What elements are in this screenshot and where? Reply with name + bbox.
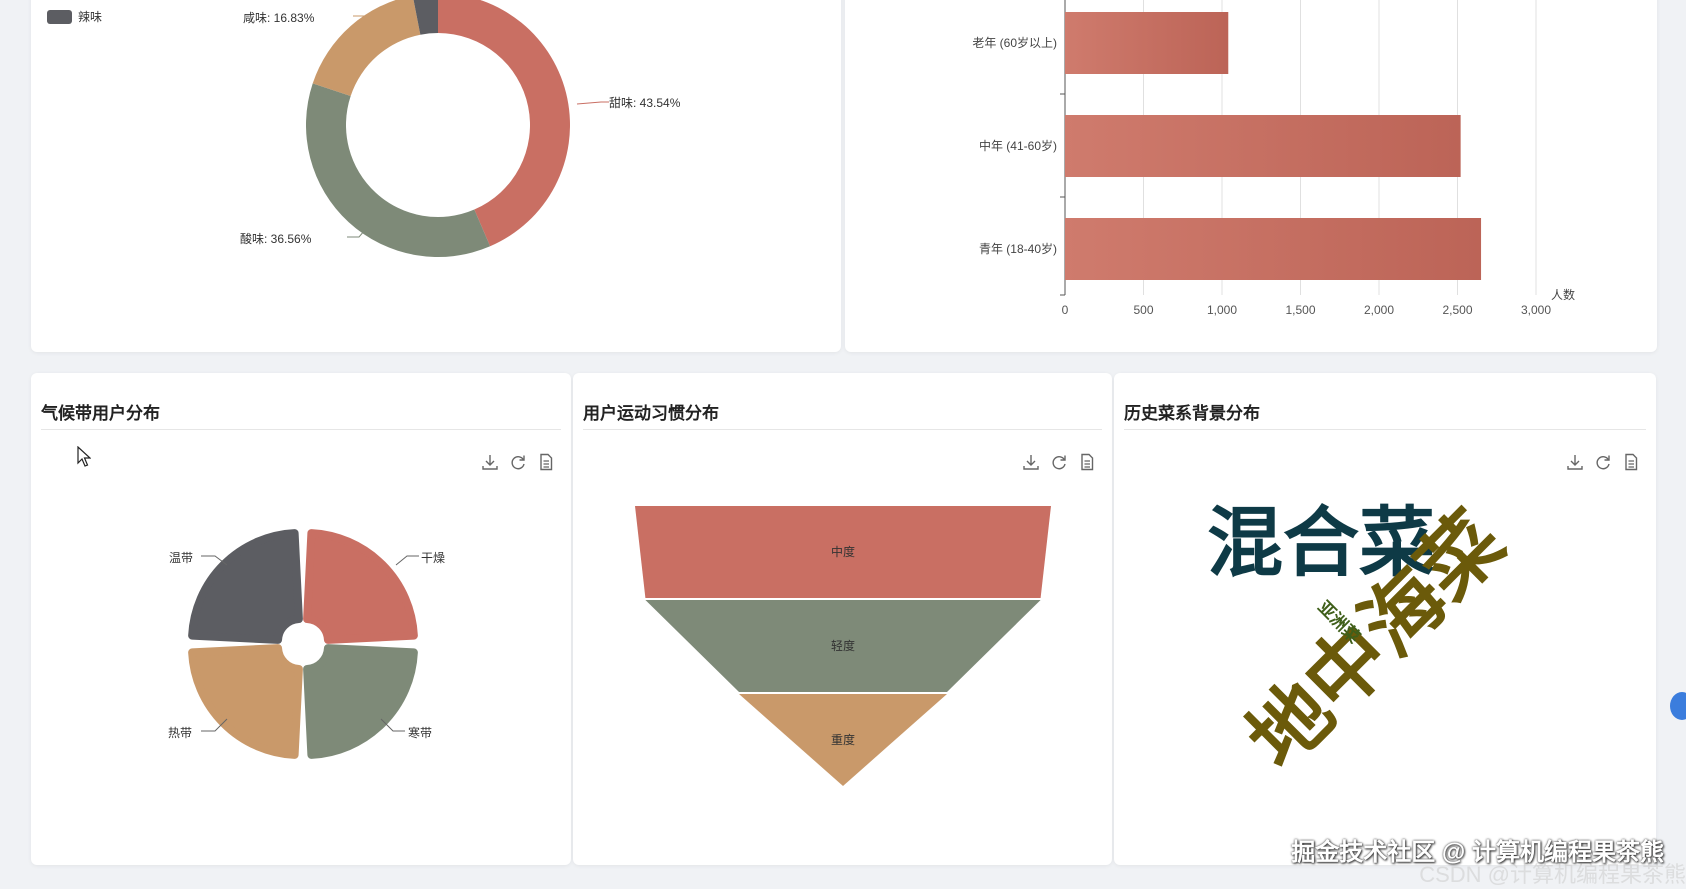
funnel-label: 轻度: [831, 638, 855, 653]
donut-slice-salty[interactable]: [312, 0, 421, 97]
x-tick-label: 0: [1062, 303, 1069, 317]
floating-action-button[interactable]: [1670, 692, 1686, 720]
x-tick-label: 500: [1133, 303, 1153, 317]
bar[interactable]: [1065, 218, 1482, 280]
donut-label-sour: 酸味: 36.56%: [240, 232, 312, 246]
leader-line-dry: [395, 555, 419, 566]
x-axis-name: 人数: [1551, 287, 1575, 302]
rose-slice-cold[interactable]: [303, 644, 418, 759]
x-tick-label: 3,000: [1521, 303, 1551, 317]
rose-slice-tropical[interactable]: [188, 644, 303, 759]
donut-label-sweet: 甜味: 43.54%: [609, 96, 681, 110]
bar[interactable]: [1065, 115, 1461, 177]
rose-label-cold: 寒带: [408, 726, 433, 740]
y-category-label: 青年 (18-40岁): [979, 241, 1057, 256]
donut-slices: [306, 0, 570, 258]
y-category-label: 老年 (60岁以上): [972, 35, 1057, 50]
age-distribution-card: 0 500 1,000 1,500 2,000 2,500 3,000 老年 (60岁以上) 中…: [845, 0, 1657, 352]
history-wordcloud: 混合菜 地中海菜 亚洲菜: [1207, 496, 1520, 785]
x-tick-label: 1,000: [1207, 303, 1237, 317]
exercise-card: 用户运动习惯分布 中度 轻度 重度: [573, 373, 1112, 865]
age-bar-chart: 0 500 1,000 1,500 2,000 2,500 3,000 老年 (60岁以上) 中…: [972, 0, 1575, 317]
leader-line-sweet: [576, 101, 609, 105]
taste-distribution-card: 辣味 甜味: 43.54% 酸味: 36.56% 咸味: 16.83%: [31, 0, 841, 352]
rose-slices: [188, 529, 418, 759]
exercise-funnel-chart: 中度轻度重度: [635, 506, 1051, 786]
rose-label-temperate: 温带: [169, 551, 194, 565]
climate-card: 气候带用户分布 干燥 寒带 热带 温带: [31, 373, 571, 865]
rose-label-dry: 干燥: [421, 551, 446, 565]
bar[interactable]: [1065, 12, 1229, 74]
funnel-label: 重度: [831, 732, 855, 747]
history-card: 历史菜系背景分布 混合菜 地中海菜 亚洲菜: [1114, 373, 1656, 865]
rose-label-tropical: 热带: [168, 726, 193, 740]
mouse-cursor-icon: [77, 446, 91, 467]
climate-rose-chart: [188, 529, 419, 759]
donut-slice-sweet[interactable]: [438, 0, 570, 247]
funnel-label: 中度: [831, 544, 855, 559]
donut-slice-sour[interactable]: [306, 83, 491, 258]
rose-slice-temperate[interactable]: [188, 529, 303, 644]
taste-donut-chart: [306, 0, 609, 258]
y-category-label: 中年 (41-60岁): [979, 138, 1057, 153]
donut-label-salty: 咸味: 16.83%: [243, 11, 315, 25]
x-tick-label: 1,500: [1285, 303, 1315, 317]
rose-slice-dry[interactable]: [303, 529, 418, 644]
x-tick-label: 2,500: [1442, 303, 1472, 317]
watermark: 掘金技术社区 @ 计算机编程果茶熊: [1291, 839, 1664, 866]
x-tick-label: 2,000: [1364, 303, 1394, 317]
